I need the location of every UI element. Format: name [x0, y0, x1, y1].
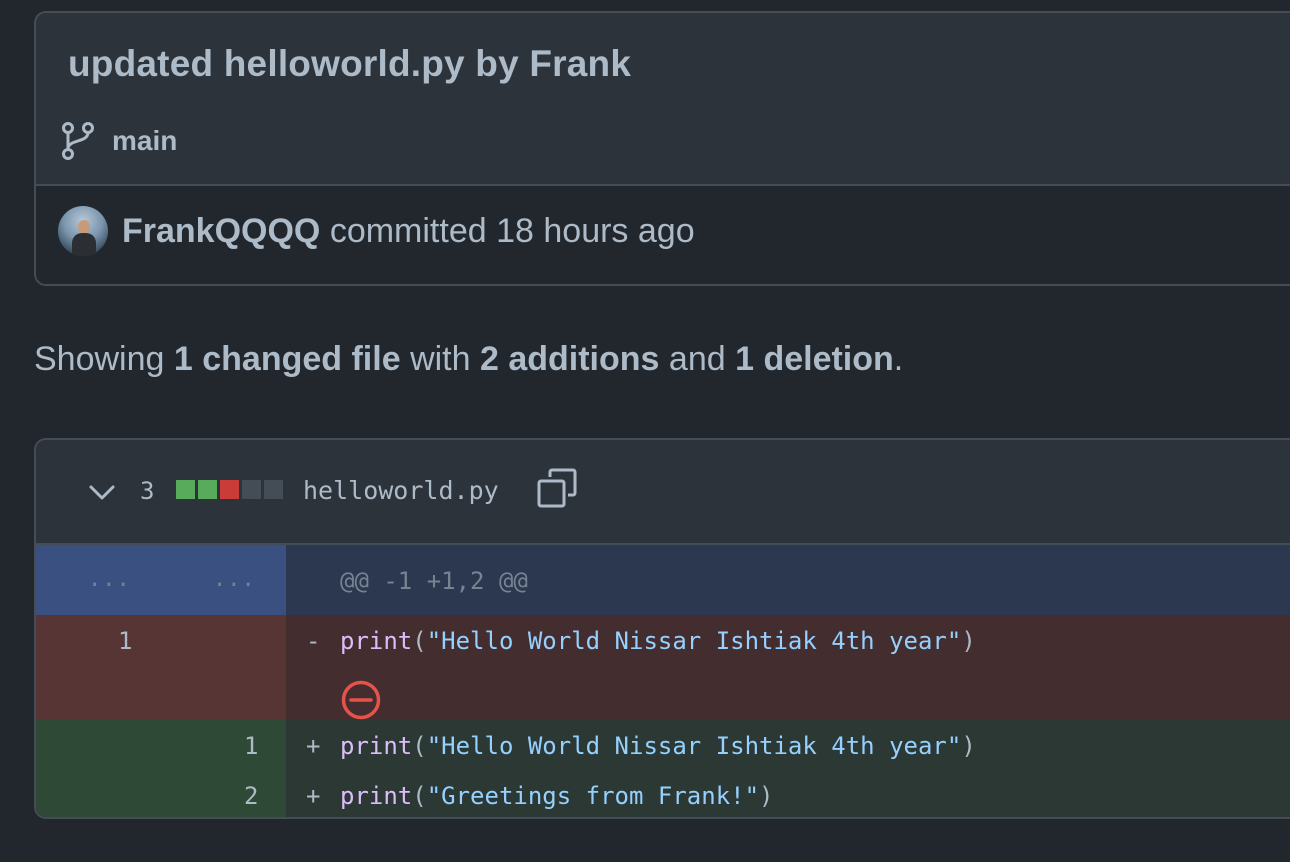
- summary-with: with: [410, 340, 471, 378]
- expand-old-dots[interactable]: ...: [88, 567, 131, 592]
- diff-line-deleted: 1 - print("Hello World Nissar Ishtiak 4t…: [36, 615, 1290, 720]
- token-paren: (: [412, 627, 427, 655]
- changed-files-count[interactable]: 1 changed file: [174, 340, 401, 378]
- hunk-header: @@ -1 +1,2 @@: [340, 567, 528, 595]
- diff-summary: Showing 1 changed file with 2 additions …: [34, 340, 903, 379]
- git-branch-icon: [60, 121, 96, 161]
- chevron-down-icon[interactable]: [88, 482, 116, 507]
- token-paren: ): [961, 627, 976, 655]
- diff-line-added: 1 + print("Hello World Nissar Ishtiak 4t…: [36, 720, 1290, 770]
- line-content: print("Greetings from Frank!"): [340, 782, 774, 810]
- branch-name[interactable]: main: [112, 125, 177, 157]
- summary-and: and: [668, 340, 726, 378]
- token-function: print: [340, 732, 413, 760]
- token-paren: ): [759, 782, 774, 810]
- new-line-number[interactable]: 1: [244, 732, 258, 760]
- commit-title: updated helloworld.py by Frank: [68, 43, 632, 84]
- line-content: print("Hello World Nissar Ishtiak 4th ye…: [340, 732, 976, 760]
- line-code: - print("Hello World Nissar Ishtiak 4th …: [286, 615, 1290, 720]
- line-code: + print("Hello World Nissar Ishtiak 4th …: [286, 720, 1290, 770]
- diff-marker: +: [306, 782, 321, 810]
- diffstat-block-del: [220, 480, 239, 499]
- commit-time[interactable]: 18 hours ago: [496, 212, 695, 250]
- token-paren: ): [961, 732, 976, 760]
- diff-marker: -: [306, 627, 321, 655]
- author-link[interactable]: FrankQQQQ: [122, 212, 320, 250]
- commit-header: updated helloworld.py by Frank main Fran…: [34, 11, 1290, 286]
- commit-action: committed: [329, 212, 487, 250]
- copy-icon[interactable]: [536, 467, 578, 514]
- token-paren: (: [412, 782, 427, 810]
- token-function: print: [340, 782, 413, 810]
- deletions-count: 1 deletion: [735, 340, 894, 378]
- token-paren: (: [412, 732, 427, 760]
- change-count: 3: [140, 477, 155, 505]
- commit-byline: FrankQQQQ committed 18 hours ago: [122, 212, 695, 251]
- branch-indicator[interactable]: main: [60, 121, 177, 161]
- line-content: print("Hello World Nissar Ishtiak 4th ye…: [340, 627, 976, 655]
- diffstat-block-add: [176, 480, 195, 499]
- line-code: + print("Greetings from Frank!"): [286, 770, 1290, 817]
- hunk-header-row: ... ... @@ -1 +1,2 @@: [36, 545, 1290, 615]
- diff-marker: +: [306, 732, 321, 760]
- diff-line-added: 2 + print("Greetings from Frank!"): [36, 770, 1290, 817]
- file-diff: 3 helloworld.py ... ... @@ -1 +1,2 @@ 1 …: [34, 438, 1290, 819]
- diff-table: ... ... @@ -1 +1,2 @@ 1 - print("Hello W…: [36, 545, 1290, 817]
- old-line-number[interactable]: 1: [118, 627, 132, 655]
- token-function: print: [340, 627, 413, 655]
- summary-suffix: .: [893, 340, 904, 378]
- file-header: 3 helloworld.py: [36, 440, 1290, 545]
- diffstat-block-neutral: [242, 480, 261, 499]
- expand-new-dots[interactable]: ...: [213, 567, 256, 592]
- token-string: "Greetings from Frank!": [426, 782, 760, 810]
- commit-page: updated helloworld.py by Frank main Fran…: [0, 0, 1290, 862]
- commit-meta: FrankQQQQ committed 18 hours ago: [36, 186, 1290, 284]
- avatar[interactable]: [58, 206, 108, 256]
- token-string: "Hello World Nissar Ishtiak 4th year": [426, 732, 962, 760]
- summary-prefix: Showing: [34, 340, 165, 378]
- file-name[interactable]: helloworld.py: [303, 476, 499, 505]
- additions-count: 2 additions: [479, 340, 660, 378]
- diffstat-block-neutral: [264, 480, 283, 499]
- diffstat: [176, 480, 283, 499]
- diffstat-block-add: [198, 480, 217, 499]
- line-gutter: [36, 615, 286, 720]
- new-line-number[interactable]: 2: [244, 782, 258, 810]
- token-string: "Hello World Nissar Ishtiak 4th year": [426, 627, 962, 655]
